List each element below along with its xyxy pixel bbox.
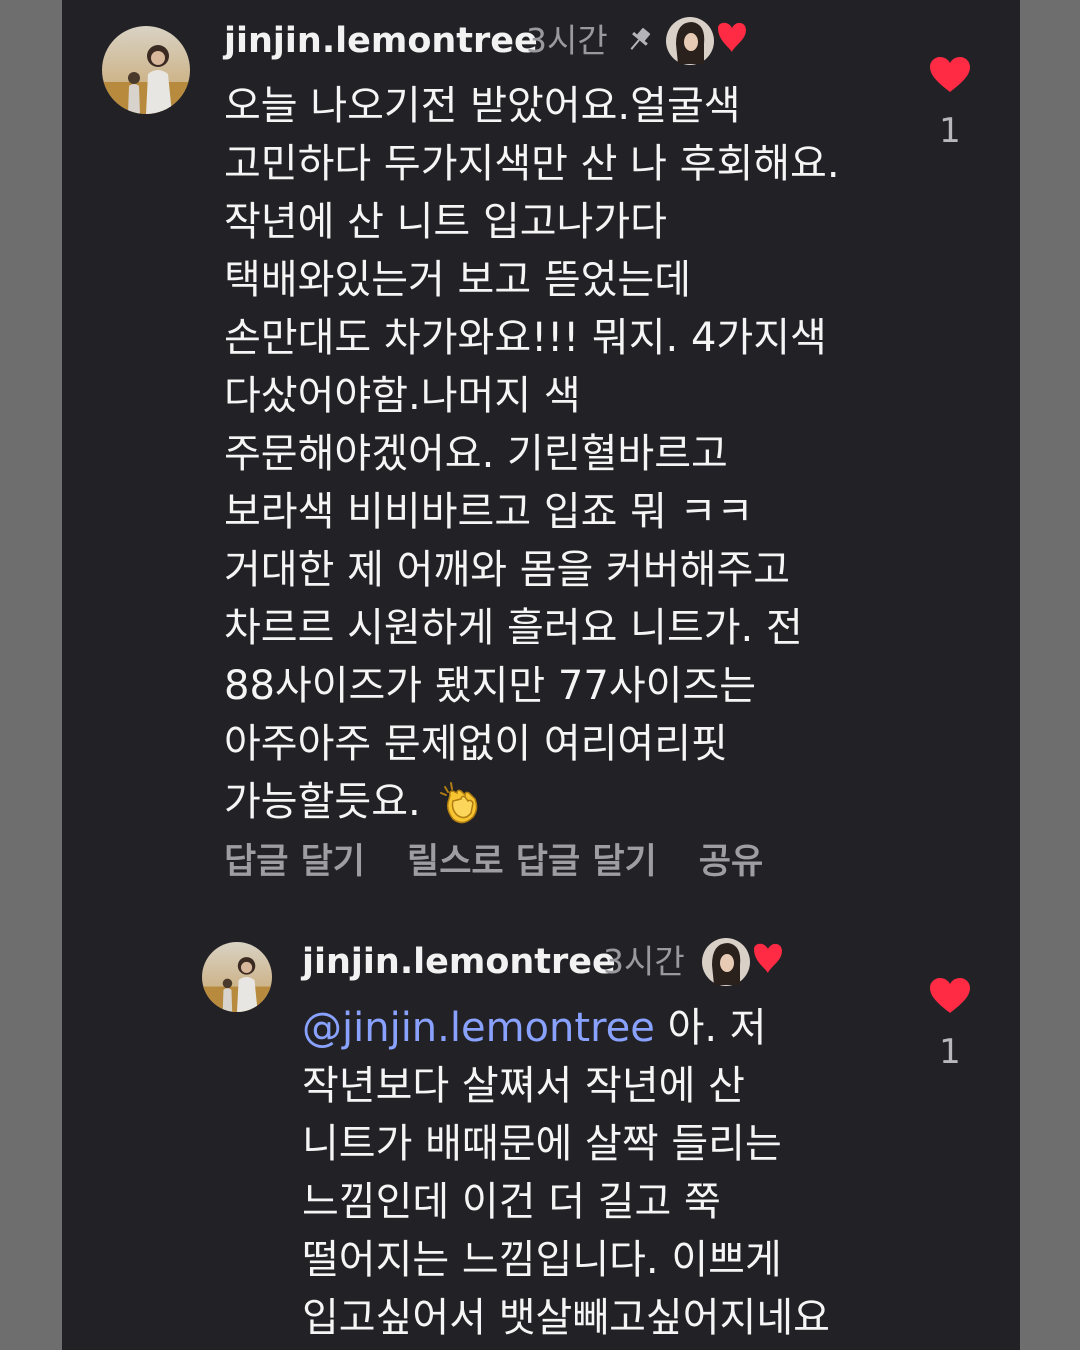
comment-line: 다샀어야함.나머지 색 [224, 373, 581, 419]
clapping-hands-emoji [439, 782, 478, 824]
comment-username[interactable]: jinjin.lemontree [302, 945, 616, 980]
comment-username[interactable]: jinjin.lemontree [224, 24, 538, 59]
comment-line: 거대한 제 어깨와 몸을 커버해주고 [224, 547, 791, 593]
heart-icon[interactable] [929, 56, 971, 94]
heart-icon[interactable] [929, 977, 971, 1015]
comment-line: 아. 저 [654, 1005, 767, 1051]
comment-line: 손만대도 차가와요!!! 뭐지. 4가지색 [224, 315, 827, 361]
comment-line: 니트가 배때문에 살짝 들리는 [302, 1121, 782, 1167]
comment-line: 느낌인데 이건 더 길고 쭉 [302, 1179, 721, 1225]
comment-line: 가능할듯요. [224, 779, 421, 825]
comment-timestamp: 3시간 [603, 942, 685, 981]
like-count: 1 [939, 1032, 961, 1072]
comment-line: 작년에 산 니트 입고나가다 [224, 199, 667, 245]
reply-with-reel-button[interactable]: 릴스로 답글 달기 [407, 842, 657, 882]
comment-line: 주문해야겠어요. 기린혈바르고 [224, 431, 728, 477]
comment-line: 오늘 나오기전 받았어요.얼굴색 [224, 83, 741, 129]
like-count: 1 [939, 111, 961, 151]
comments-panel: jinjin.lemontree 3시간 오늘 나오기전 받았어요.얼굴색 고민… [62, 0, 1020, 1350]
comment-timestamp: 3시간 [526, 21, 608, 60]
reply-button[interactable]: 답글 달기 [224, 842, 365, 882]
comment-line: 택배와있는거 보고 뜯었는데 [224, 257, 692, 303]
author-liked-icon [666, 17, 746, 65]
comment-line: 88사이즈가 됐지만 77사이즈는 [224, 663, 757, 709]
author-liked-icon [702, 938, 782, 986]
comment-line: 작년보다 살쪄서 작년에 산 [302, 1063, 745, 1109]
comment-line: 입고싶어서 뱃살빼고싶어지네요 [302, 1295, 830, 1341]
pin-icon [630, 28, 651, 50]
comment-text: @jinjin.lemontree 아. 저 작년보다 살쪄서 작년에 산 니트… [302, 999, 830, 1347]
share-button[interactable]: 공유 [699, 842, 763, 882]
comment-line: 떨어지는 느낌입니다. 이쁘게 [302, 1237, 782, 1283]
comment-line: 차르르 시원하게 흘러요 니트가. 전 [224, 605, 803, 651]
comment-line: 고민하다 두가지색만 산 나 후회해요. [224, 141, 840, 187]
comment-actions: 답글 달기 릴스로 답글 달기 공유 [224, 842, 763, 882]
avatar[interactable] [202, 942, 272, 1012]
mention-link[interactable]: @jinjin.lemontree [302, 1005, 655, 1051]
comment-line: 보라색 비비바르고 입죠 뭐 ㅋㅋ [224, 489, 754, 535]
comment-line: 아주아주 문제없이 여리여리핏 [224, 721, 728, 767]
avatar[interactable] [102, 26, 190, 114]
comment-text: 오늘 나오기전 받았어요.얼굴색 고민하다 두가지색만 산 나 후회해요. 작년… [224, 77, 840, 831]
